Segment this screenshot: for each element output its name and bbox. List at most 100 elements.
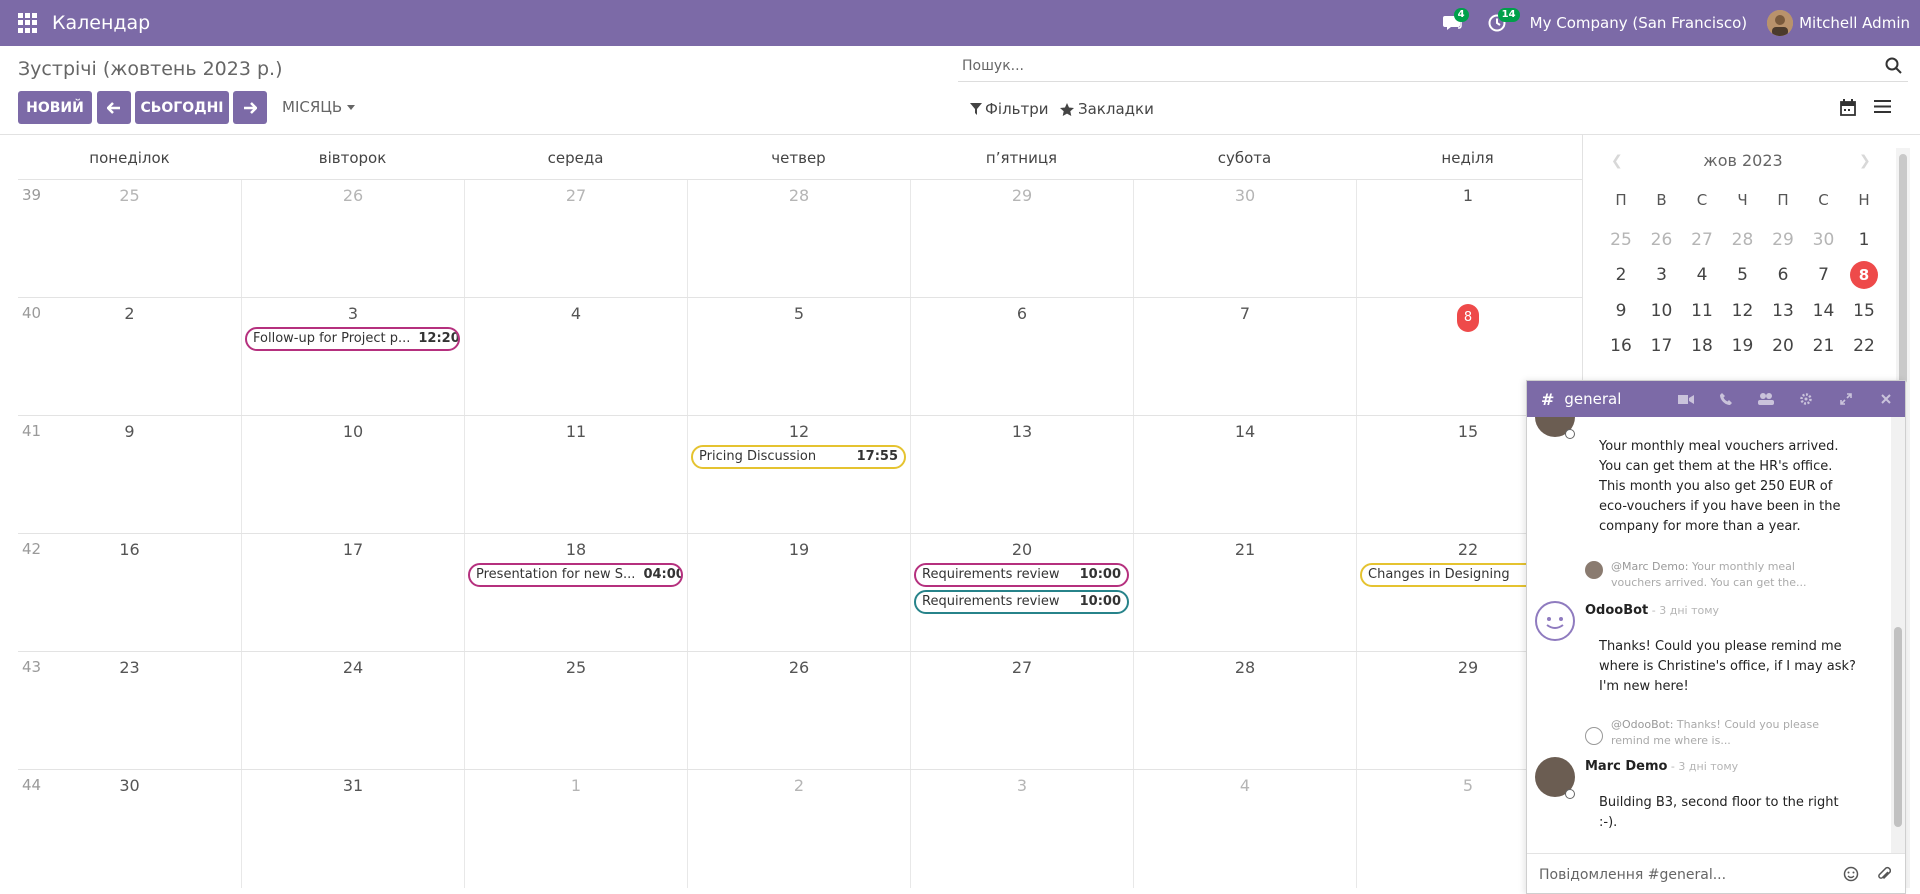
mini-day[interactable]: 17	[1642, 332, 1682, 360]
day-cell[interactable]: 7	[1133, 298, 1356, 416]
day-cell[interactable]: 21	[1133, 534, 1356, 652]
app-title[interactable]: Календар	[52, 12, 150, 34]
day-cell[interactable]: 26	[687, 652, 910, 770]
chat-scrollbar[interactable]	[1891, 417, 1905, 853]
day-cell[interactable]: 25	[18, 180, 241, 298]
day-number[interactable]: 27	[465, 186, 687, 205]
apps-menu-icon[interactable]	[18, 13, 38, 33]
search-input[interactable]	[958, 52, 1868, 80]
mini-day[interactable]: 14	[1804, 297, 1844, 325]
day-cell[interactable]: 11	[464, 416, 687, 534]
day-number[interactable]: 26	[688, 658, 910, 677]
mini-day[interactable]: 30	[1804, 226, 1844, 254]
search-icon[interactable]	[1885, 57, 1902, 74]
mini-day[interactable]: 7	[1804, 261, 1844, 289]
mini-day[interactable]: 11	[1682, 297, 1722, 325]
day-number[interactable]: 30	[1134, 186, 1356, 205]
odoobot-avatar[interactable]	[1535, 601, 1575, 641]
day-cell[interactable]: 2	[687, 770, 910, 888]
day-cell[interactable]: 16	[18, 534, 241, 652]
day-number[interactable]: 9	[18, 422, 241, 441]
day-number[interactable]: 3	[242, 304, 464, 323]
scale-dropdown[interactable]: МІСЯЦЬ	[282, 98, 355, 116]
mini-day[interactable]: 3	[1642, 261, 1682, 289]
day-number[interactable]: 6	[911, 304, 1133, 323]
mini-day[interactable]: 5	[1723, 261, 1763, 289]
video-call-icon[interactable]	[1677, 392, 1695, 406]
day-number[interactable]: 12	[688, 422, 910, 441]
day-cell[interactable]: 4	[1133, 770, 1356, 888]
day-number[interactable]: 1	[465, 776, 687, 795]
day-number[interactable]: 18	[465, 540, 687, 559]
emoji-icon[interactable]	[1843, 866, 1859, 882]
previous-button[interactable]	[97, 91, 131, 124]
mini-day[interactable]: 26	[1642, 226, 1682, 254]
calendar-view-icon[interactable]	[1840, 99, 1856, 116]
next-button[interactable]	[233, 91, 267, 124]
day-number[interactable]: 26	[242, 186, 464, 205]
mini-day[interactable]: 27	[1682, 226, 1722, 254]
day-number[interactable]: 29	[911, 186, 1133, 205]
mini-day[interactable]: 19	[1723, 332, 1763, 360]
day-cell[interactable]: 26	[241, 180, 464, 298]
attachment-paperclip-icon[interactable]	[1877, 866, 1891, 882]
calendar-event[interactable]: Follow-up for Project p... 12:20	[245, 327, 460, 351]
day-number[interactable]: 19	[688, 540, 910, 559]
mini-day[interactable]: 12	[1723, 297, 1763, 325]
day-cell[interactable]: 1	[1356, 180, 1579, 298]
message-input[interactable]	[1539, 864, 1829, 886]
day-cell[interactable]: 31	[241, 770, 464, 888]
day-cell[interactable]: 5	[687, 298, 910, 416]
expand-icon[interactable]	[1837, 392, 1855, 406]
day-cell[interactable]: 27	[910, 652, 1133, 770]
day-number[interactable]: 27	[911, 658, 1133, 677]
day-cell[interactable]: 4	[464, 298, 687, 416]
day-number[interactable]: 2	[18, 304, 241, 323]
day-cell[interactable]: 18	[464, 534, 687, 652]
day-number[interactable]: 8	[1357, 304, 1579, 332]
day-cell[interactable]: 30	[18, 770, 241, 888]
user-avatar[interactable]	[1767, 10, 1794, 36]
day-cell[interactable]: 1	[464, 770, 687, 888]
mini-day[interactable]: 2	[1601, 261, 1641, 289]
settings-gear-icon[interactable]	[1797, 392, 1815, 406]
day-number[interactable]: 3	[911, 776, 1133, 795]
day-number[interactable]: 2	[688, 776, 910, 795]
day-number[interactable]: 24	[242, 658, 464, 677]
day-cell[interactable]: 28	[687, 180, 910, 298]
messages-button[interactable]: 4	[1442, 8, 1469, 34]
day-number[interactable]: 4	[1134, 776, 1356, 795]
mini-day[interactable]: 21	[1804, 332, 1844, 360]
filters-dropdown[interactable]: Фільтри	[970, 100, 1049, 118]
mini-day[interactable]: 16	[1601, 332, 1641, 360]
bookmarks-dropdown[interactable]: Закладки	[1060, 100, 1154, 118]
day-cell[interactable]: 25	[464, 652, 687, 770]
day-number[interactable]: 13	[911, 422, 1133, 441]
day-number[interactable]: 1	[1357, 186, 1579, 205]
calendar-event[interactable]: Presentation for new S... 04:00	[468, 563, 683, 587]
mini-day[interactable]: 18	[1682, 332, 1722, 360]
day-number[interactable]: 10	[242, 422, 464, 441]
mini-day[interactable]: 6	[1763, 261, 1803, 289]
day-cell[interactable]: 9	[18, 416, 241, 534]
mini-day[interactable]: 10	[1642, 297, 1682, 325]
list-view-icon[interactable]	[1874, 99, 1891, 114]
day-number[interactable]: 30	[18, 776, 241, 795]
day-cell[interactable]: 27	[464, 180, 687, 298]
mini-day[interactable]: 4	[1682, 261, 1722, 289]
day-cell[interactable]: 2	[18, 298, 241, 416]
mini-day[interactable]: 13	[1763, 297, 1803, 325]
day-cell[interactable]: 23	[18, 652, 241, 770]
day-number[interactable]: 28	[1134, 658, 1356, 677]
day-number[interactable]: 4	[465, 304, 687, 323]
day-number[interactable]: 25	[465, 658, 687, 677]
reply-preview[interactable]: @OdooBot: Thanks! Could you please remin…	[1611, 717, 1831, 749]
day-cell[interactable]: 29	[910, 180, 1133, 298]
calendar-event[interactable]: Requirements review 10:00	[914, 563, 1129, 587]
day-number[interactable]: 14	[1134, 422, 1356, 441]
mini-day[interactable]: 29	[1763, 226, 1803, 254]
calendar-event[interactable]: Requirements review 10:00	[914, 590, 1129, 614]
day-number[interactable]: 17	[242, 540, 464, 559]
activities-button[interactable]: 14	[1486, 8, 1520, 34]
day-cell[interactable]: 30	[1133, 180, 1356, 298]
